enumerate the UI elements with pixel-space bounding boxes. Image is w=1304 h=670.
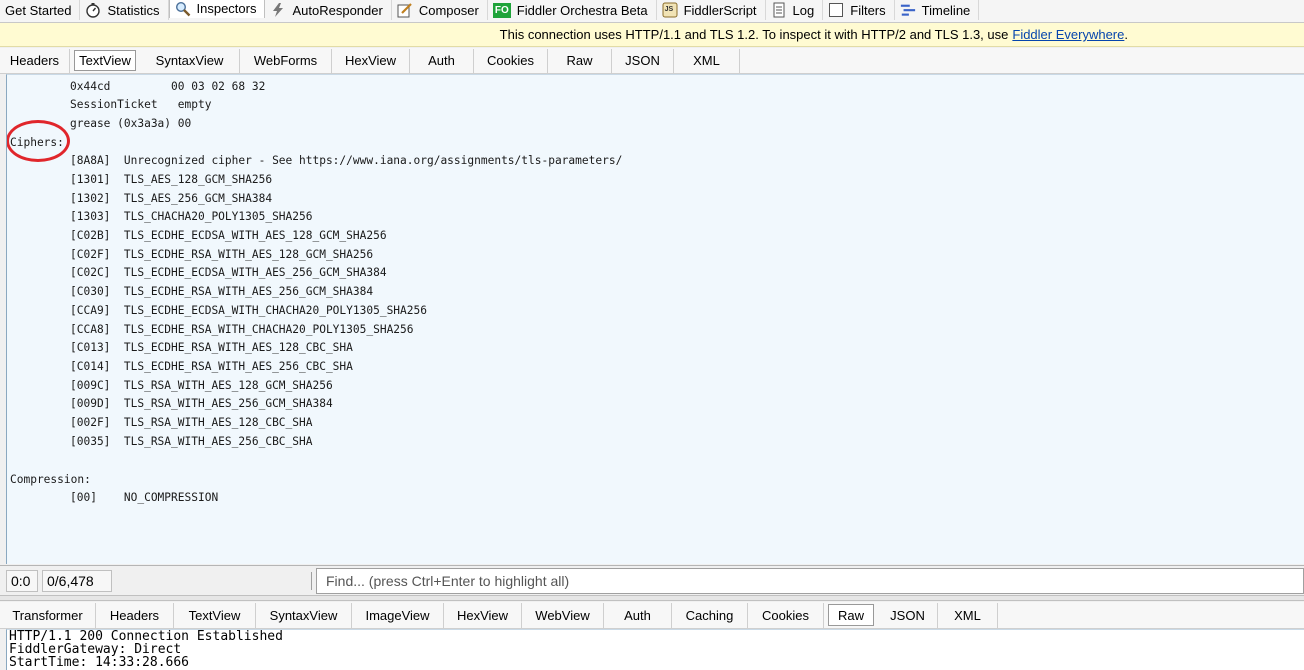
req-tab-raw[interactable]: Raw bbox=[548, 48, 612, 73]
tab-log[interactable]: Log bbox=[766, 0, 824, 20]
text-line: SessionTicket empty bbox=[70, 98, 212, 111]
tab-inspectors[interactable]: Inspectors bbox=[168, 0, 266, 18]
raw-line: StartTime: 14:33:28.666 bbox=[9, 655, 190, 670]
resp-tab-raw[interactable]: Raw bbox=[828, 604, 874, 626]
tab-autoresponder[interactable]: AutoResponder bbox=[265, 0, 392, 20]
resp-tab-webview[interactable]: WebView bbox=[522, 602, 604, 628]
text-line: [C013] TLS_ECDHE_RSA_WITH_AES_128_CBC_SH… bbox=[70, 341, 353, 354]
red-highlight-circle bbox=[7, 120, 70, 162]
text-line: [C014] TLS_ECDHE_RSA_WITH_AES_256_CBC_SH… bbox=[70, 360, 353, 373]
text-line: [00] NO_COMPRESSION bbox=[70, 491, 219, 504]
text-line: grease (0x3a3a) 00 bbox=[70, 117, 192, 130]
http2-info-banner: This connection uses HTTP/1.1 and TLS 1.… bbox=[0, 23, 1304, 47]
tab-label: Get Started bbox=[5, 2, 72, 18]
req-tab-textview[interactable]: TextView bbox=[74, 50, 136, 71]
fiddler-everywhere-link[interactable]: Fiddler Everywhere bbox=[1012, 27, 1124, 42]
text-line: [C02B] TLS_ECDHE_ECDSA_WITH_AES_128_GCM_… bbox=[70, 229, 387, 242]
response-raw-view[interactable]: HTTP/1.1 200 Connection Established Fidd… bbox=[6, 629, 1304, 670]
text-line: [CCA9] TLS_ECDHE_ECDSA_WITH_CHACHA20_POL… bbox=[70, 304, 427, 317]
stopwatch-icon bbox=[85, 2, 101, 18]
pencil-note-icon bbox=[397, 2, 413, 18]
tab-label: Inspectors bbox=[196, 1, 257, 16]
req-tab-webforms[interactable]: WebForms bbox=[240, 48, 332, 73]
text-line: [1302] TLS_AES_256_GCM_SHA384 bbox=[70, 192, 273, 205]
main-tab-bar: Get Started Statistics Inspectors AutoRe… bbox=[0, 0, 1304, 23]
tab-statistics[interactable]: Statistics bbox=[80, 0, 169, 20]
response-inspector-tabs: Transformer Headers TextView SyntaxView … bbox=[0, 602, 1304, 629]
text-line: [002F] TLS_RSA_WITH_AES_128_CBC_SHA bbox=[70, 416, 313, 429]
resp-tab-syntaxview[interactable]: SyntaxView bbox=[256, 602, 352, 628]
splitter-grip[interactable] bbox=[311, 572, 314, 590]
tab-fiddlerscript[interactable]: JS FiddlerScript bbox=[657, 0, 766, 20]
req-tab-hexview[interactable]: HexView bbox=[332, 48, 410, 73]
tab-get-started[interactable]: Get Started bbox=[0, 0, 81, 20]
tab-label: AutoResponder bbox=[292, 2, 383, 18]
tab-label: Timeline bbox=[921, 2, 971, 18]
text-line: [009D] TLS_RSA_WITH_AES_256_GCM_SHA384 bbox=[70, 397, 333, 410]
resp-tab-imageview[interactable]: ImageView bbox=[352, 602, 444, 628]
resp-tab-hexview[interactable]: HexView bbox=[444, 602, 522, 628]
resp-tab-cookies[interactable]: Cookies bbox=[748, 602, 824, 628]
log-icon bbox=[771, 2, 787, 18]
tab-label: Fiddler Orchestra Beta bbox=[516, 2, 648, 18]
tab-label: Composer bbox=[418, 2, 479, 18]
tab-label: FiddlerScript bbox=[683, 2, 757, 18]
find-input[interactable]: Find... (press Ctrl+Enter to highlight a… bbox=[316, 568, 1304, 594]
resp-tab-xml[interactable]: XML bbox=[938, 602, 998, 628]
fo-badge-icon: FO bbox=[492, 2, 511, 18]
resp-tab-json[interactable]: JSON bbox=[878, 602, 938, 628]
req-tab-cookies[interactable]: Cookies bbox=[474, 48, 548, 73]
text-line-compression-heading: Compression: bbox=[10, 473, 91, 486]
tab-label: Log bbox=[792, 2, 815, 18]
text-line: [C030] TLS_ECDHE_RSA_WITH_AES_256_GCM_SH… bbox=[70, 285, 374, 298]
text-line: [8A8A] Unrecognized cipher - See https:/… bbox=[70, 154, 623, 167]
tab-fiddler-orchestra[interactable]: FO Fiddler Orchestra Beta bbox=[488, 0, 657, 20]
request-textview[interactable]: 0x44cd 00 03 02 68 32 SessionTicket empt… bbox=[6, 74, 1304, 564]
tab-timeline[interactable]: Timeline bbox=[895, 0, 980, 20]
magnifier-icon bbox=[175, 1, 191, 17]
text-line: [C02C] TLS_ECDHE_ECDSA_WITH_AES_256_GCM_… bbox=[70, 266, 387, 279]
req-tab-xml[interactable]: XML bbox=[674, 48, 740, 73]
resp-tab-transformer[interactable]: Transformer bbox=[0, 602, 96, 628]
raw-line: HTTP/1.1 200 Connection Established bbox=[9, 629, 283, 644]
text-line: [009C] TLS_RSA_WITH_AES_128_GCM_SHA256 bbox=[70, 379, 333, 392]
tab-composer[interactable]: Composer bbox=[392, 0, 488, 20]
status-bar: 0:0 0/6,478 Find... (press Ctrl+Enter to… bbox=[0, 565, 1304, 596]
resp-tab-textview[interactable]: TextView bbox=[174, 602, 256, 628]
text-line: [1301] TLS_AES_128_GCM_SHA256 bbox=[70, 173, 273, 186]
checkbox-icon bbox=[828, 2, 844, 18]
text-line: 0x44cd 00 03 02 68 32 bbox=[70, 80, 266, 93]
resp-tab-auth[interactable]: Auth bbox=[604, 602, 672, 628]
banner-suffix: . bbox=[1124, 27, 1128, 42]
tab-label: Statistics bbox=[107, 2, 160, 18]
tab-filters[interactable]: Filters bbox=[823, 0, 895, 20]
text-line: [CCA8] TLS_ECDHE_RSA_WITH_CHACHA20_POLY1… bbox=[70, 323, 414, 336]
request-inspector-tabs: Headers TextView SyntaxView WebForms Hex… bbox=[0, 48, 1304, 74]
char-count: 0/6,478 bbox=[42, 570, 112, 592]
req-tab-json[interactable]: JSON bbox=[612, 48, 674, 73]
req-tab-headers[interactable]: Headers bbox=[0, 48, 70, 73]
text-line: [C02F] TLS_ECDHE_RSA_WITH_AES_128_GCM_SH… bbox=[70, 248, 374, 261]
script-js-icon: JS bbox=[662, 2, 678, 18]
banner-text: This connection uses HTTP/1.1 and TLS 1.… bbox=[499, 27, 1009, 42]
text-line: [0035] TLS_RSA_WITH_AES_256_CBC_SHA bbox=[70, 435, 313, 448]
tab-label: Filters bbox=[850, 2, 886, 18]
timeline-icon bbox=[900, 2, 916, 18]
horizontal-splitter[interactable] bbox=[0, 595, 1304, 601]
req-tab-auth[interactable]: Auth bbox=[410, 48, 474, 73]
resp-tab-headers[interactable]: Headers bbox=[96, 602, 174, 628]
lightning-icon bbox=[270, 2, 286, 18]
req-tab-syntaxview[interactable]: SyntaxView bbox=[140, 48, 240, 73]
text-line: [1303] TLS_CHACHA20_POLY1305_SHA256 bbox=[70, 210, 313, 223]
raw-line: FiddlerGateway: Direct bbox=[9, 642, 182, 657]
cursor-position: 0:0 bbox=[6, 570, 38, 592]
resp-tab-caching[interactable]: Caching bbox=[672, 602, 748, 628]
